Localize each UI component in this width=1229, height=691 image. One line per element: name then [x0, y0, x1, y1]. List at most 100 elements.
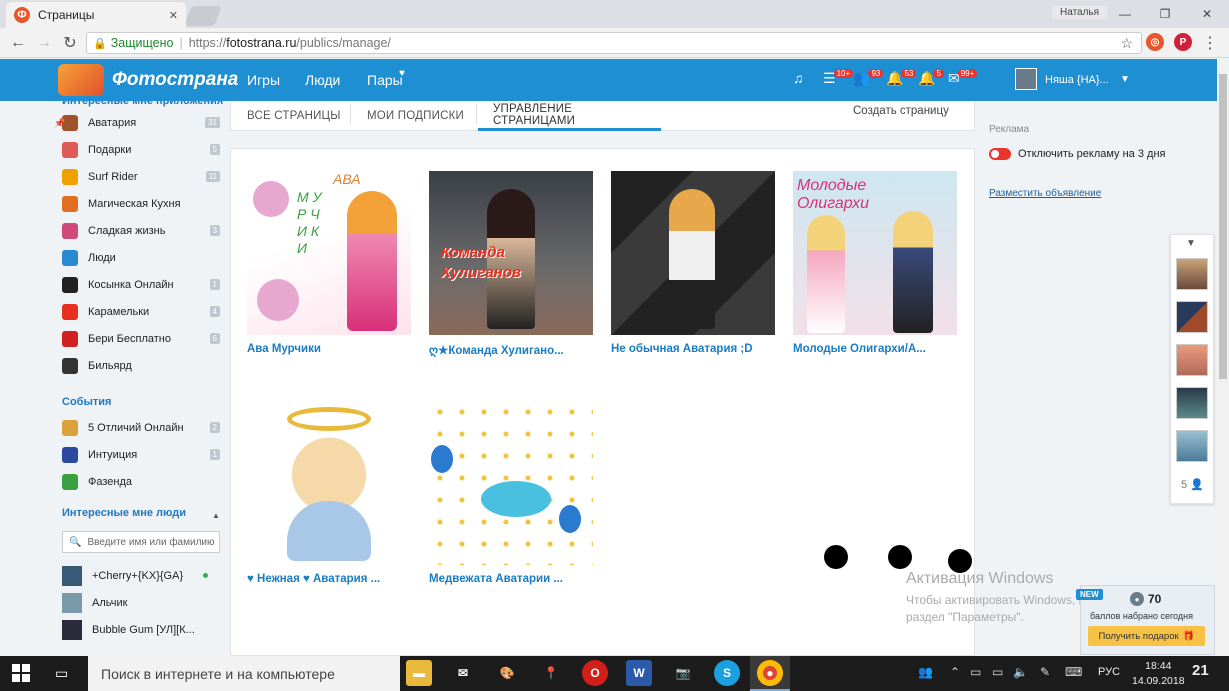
forward-icon[interactable]: →: [34, 33, 54, 53]
user-avatar[interactable]: [1015, 68, 1037, 90]
sidebar-app-item[interactable]: Интуиция 1: [62, 444, 220, 466]
place-ad-link[interactable]: Разместить объявление: [989, 188, 1101, 199]
messages-icon[interactable]: ✉ 99+: [948, 69, 978, 87]
tab-manage-pages[interactable]: УПРАВЛЕНИЕ СТРАНИЦАМИ: [478, 101, 661, 131]
page-title-link[interactable]: Молодые Олигархи/А...: [793, 343, 957, 355]
close-window-icon[interactable]: ✕: [1192, 4, 1222, 24]
sidebar-app-item[interactable]: 5 Отличий Онлайн 2: [62, 417, 220, 439]
disable-ads-label[interactable]: Отключить рекламу на 3 дня: [1018, 148, 1165, 160]
page-thumbnail[interactable]: [611, 171, 775, 335]
tray-expand-icon[interactable]: ⌃: [950, 665, 960, 679]
user-name[interactable]: Няша {НА}...: [1045, 74, 1109, 86]
restore-icon[interactable]: ❐: [1150, 4, 1180, 24]
sidebar-app-item[interactable]: Подарки 5: [62, 139, 220, 161]
volume-icon[interactable]: 🔈: [1013, 665, 1028, 679]
pin-icon: 📌: [54, 118, 66, 128]
extension-target-icon[interactable]: ◎: [1146, 33, 1164, 51]
sidebar-app-item[interactable]: Люди: [62, 247, 220, 269]
taskbar-search-input[interactable]: Поиск в интернете и на компьютере: [88, 656, 400, 691]
sidebar-app-item[interactable]: Бильярд: [62, 355, 220, 377]
tab-my-subscriptions[interactable]: МОИ ПОДПИСКИ: [367, 101, 464, 131]
minimize-icon[interactable]: —: [1110, 4, 1140, 24]
close-tab-icon[interactable]: ✕: [169, 9, 178, 22]
bookmark-star-icon[interactable]: ☆: [1120, 35, 1133, 52]
back-icon[interactable]: ←: [8, 33, 28, 53]
person-item[interactable]: Альчик: [62, 592, 220, 614]
maps-pin-icon[interactable]: 📍: [538, 660, 564, 686]
reload-icon[interactable]: ↻: [60, 33, 80, 53]
action-center-count[interactable]: 21: [1192, 662, 1209, 679]
page-thumbnail[interactable]: Молодые Олигархи: [793, 171, 957, 335]
page-card[interactable]: Команда Хулиганов ღ★Команда Хулигано...: [429, 171, 593, 357]
page-title-link[interactable]: Не обычная Аватария ;D: [611, 343, 775, 355]
left-sidebar: Интересные мне приложения События Интере…: [52, 101, 230, 656]
people-search-input[interactable]: 🔍 Введите имя или фамилию: [62, 531, 220, 553]
user-menu-caret-icon[interactable]: ▼: [1120, 74, 1130, 85]
music-icon[interactable]: ♫: [793, 70, 804, 86]
mini-avatar[interactable]: [1176, 258, 1208, 290]
mini-avatar[interactable]: [1176, 387, 1208, 419]
site-logo[interactable]: Фотострана: [58, 64, 238, 96]
nav-pairs[interactable]: Пары: [367, 72, 403, 88]
page-card[interactable]: Медвежата Аватарии ...: [429, 401, 593, 585]
skype-icon[interactable]: S: [714, 660, 740, 686]
clock[interactable]: 18:44 14.09.2018: [1132, 659, 1185, 689]
sidebar-app-item[interactable]: Косынка Онлайн 1: [62, 274, 220, 296]
friends-icon[interactable]: 👥 93: [853, 69, 884, 87]
mail-icon[interactable]: ✉: [450, 660, 476, 686]
opera-icon[interactable]: O: [582, 660, 608, 686]
page-thumbnail[interactable]: Команда Хулиганов: [429, 171, 593, 335]
browser-tab[interactable]: Ф Страницы ✕: [6, 2, 186, 28]
nav-games[interactable]: Игры: [247, 72, 280, 88]
page-card[interactable]: Не обычная Аватария ;D: [611, 171, 775, 355]
create-page-link[interactable]: Создать страницу: [853, 105, 949, 117]
notifications-icon[interactable]: 🔔 53: [886, 69, 917, 87]
mini-avatar[interactable]: [1176, 301, 1208, 333]
camera-icon[interactable]: 📷: [670, 660, 696, 686]
address-bar[interactable]: 🔒 Защищено | https:// fotostrana.ru /pub…: [86, 32, 1142, 54]
sidebar-app-item[interactable]: Магическая Кухня: [62, 193, 220, 215]
person-item[interactable]: +Cherry+{KX}{GA}: [62, 565, 220, 587]
news-icon[interactable]: ☰ 10+: [823, 69, 854, 87]
page-card[interactable]: АВА М У Р Ч И К И Ава Мурчики: [247, 171, 411, 355]
page-thumbnail[interactable]: [247, 401, 411, 565]
windows-start-icon[interactable]: [12, 664, 30, 682]
sidebar-app-item[interactable]: Сладкая жизнь 3: [62, 220, 220, 242]
pinterest-icon[interactable]: P: [1174, 33, 1192, 51]
scrollbar-thumb[interactable]: [1219, 74, 1227, 379]
file-explorer-icon[interactable]: ▬: [406, 660, 432, 686]
mini-avatar[interactable]: [1176, 344, 1208, 376]
page-title-link[interactable]: ღ★Команда Хулигано...: [429, 343, 593, 357]
language-indicator[interactable]: РУС: [1098, 666, 1120, 678]
nav-people[interactable]: Люди: [305, 72, 340, 88]
collapse-caret-icon[interactable]: ▲: [212, 511, 220, 520]
person-item[interactable]: Bubble Gum [УЛ][К...: [62, 619, 220, 641]
page-thumbnail[interactable]: [429, 401, 593, 565]
toggle-knob[interactable]: [991, 150, 999, 158]
battery-icon[interactable]: ▭: [992, 665, 1003, 679]
pen-icon[interactable]: ✎: [1040, 665, 1050, 679]
sidebar-app-item[interactable]: Surf Rider 11: [62, 166, 220, 188]
network-icon[interactable]: ▭: [970, 665, 981, 679]
tab-all-pages[interactable]: ВСЕ СТРАНИЦЫ: [247, 101, 341, 131]
page-thumbnail[interactable]: АВА М У Р Ч И К И: [247, 171, 411, 335]
sidebar-app-item[interactable]: Фазенда: [62, 471, 220, 493]
sidebar-app-item[interactable]: Бери Бесплатно 6: [62, 328, 220, 350]
mini-avatar[interactable]: [1176, 430, 1208, 462]
chevron-down-icon[interactable]: ▼: [1186, 238, 1196, 249]
gifts-icon[interactable]: 🔔 5: [918, 69, 944, 87]
paint-icon[interactable]: 🎨: [494, 660, 520, 686]
page-title-link[interactable]: ♥ Нежная ♥ Аватария ...: [247, 573, 411, 585]
people-tray-icon[interactable]: 👥: [918, 665, 933, 679]
sidebar-app-item[interactable]: Аватария 31: [62, 112, 220, 134]
get-gift-button[interactable]: Получить подарок 🎁: [1088, 626, 1205, 646]
page-title-link[interactable]: Медвежата Аватарии ...: [429, 573, 593, 585]
sidebar-app-item[interactable]: Карамельки 4: [62, 301, 220, 323]
keyboard-icon[interactable]: ⌨: [1065, 665, 1082, 679]
page-title-link[interactable]: Ава Мурчики: [247, 343, 411, 355]
page-card[interactable]: Молодые Олигархи Молодые Олигархи/А...: [793, 171, 957, 355]
menu-dots-icon[interactable]: ⋮: [1200, 33, 1220, 53]
word-icon[interactable]: W: [626, 660, 652, 686]
task-view-icon[interactable]: ▭: [55, 665, 68, 682]
page-card[interactable]: ♥ Нежная ♥ Аватария ...: [247, 401, 411, 585]
